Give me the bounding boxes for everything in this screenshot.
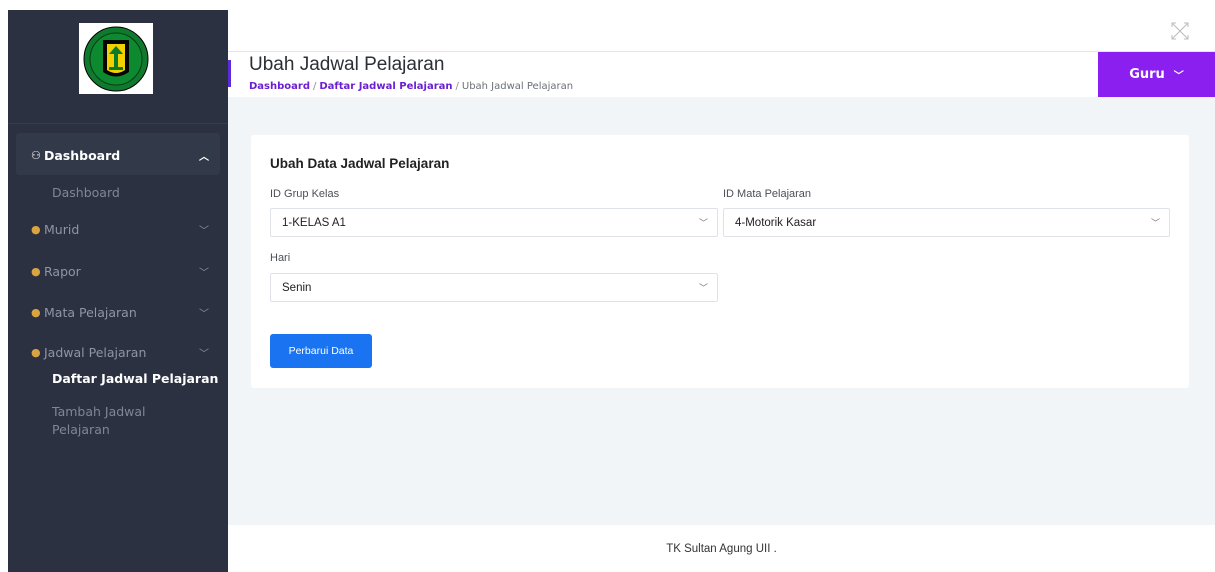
sidebar-item-mata-pelajaran[interactable]: ● Mata Pelajaran ﹀ [8, 298, 228, 326]
chevron-down-icon: ﹀ [698, 218, 708, 228]
sidebar-separator [8, 123, 228, 124]
chevron-down-icon: ﹀ [199, 267, 209, 279]
left-strip [0, 0, 8, 572]
user-icon: ● [31, 305, 41, 319]
sidebar-item-murid[interactable]: ● Murid ﹀ [8, 215, 228, 243]
grup-kelas-label: ID Grup Kelas [270, 188, 340, 200]
chevron-down-icon: ﹀ [199, 225, 209, 237]
perbarui-data-button[interactable]: Perbarui Data [270, 334, 372, 368]
breadcrumb-separator: / [455, 81, 459, 92]
breadcrumb-current: Ubah Jadwal Pelajaran [461, 81, 574, 92]
hari-select[interactable]: Senin ﹀ [270, 273, 718, 302]
breadcrumb-daftar-jadwal[interactable]: Daftar Jadwal Pelajaran [319, 81, 452, 92]
grup-kelas-select[interactable]: 1-KELAS A1 ﹀ [270, 208, 718, 237]
breadcrumb-dashboard[interactable]: Dashboard [249, 81, 310, 92]
footer: TK Sultan Agung UII . [228, 525, 1215, 572]
user-menu-label: Guru [1129, 67, 1165, 82]
sidebar-item-jadwal-pelajaran[interactable]: ● Jadwal Pelajaran ﹀ [8, 338, 228, 366]
form-card [251, 135, 1189, 388]
app-root: ⚇ Dashboard ︿ Dashboard ● Murid ﹀ ● Rapo… [0, 0, 1215, 572]
sidebar-item-rapor[interactable]: ● Rapor ﹀ [8, 257, 228, 285]
chevron-down-icon: ﹀ [698, 283, 708, 293]
footer-text: TK Sultan Agung UII . [666, 542, 777, 555]
form-title: Ubah Data Jadwal Pelajaran [270, 156, 450, 171]
user-icon: ● [31, 222, 41, 236]
breadcrumb-separator: / [313, 81, 317, 92]
hari-value: Senin [282, 281, 312, 294]
dashboard-icon: ⚇ [31, 148, 41, 162]
breadcrumb: Dashboard / Daftar Jadwal Pelajaran / Ubah J… [249, 81, 573, 92]
chevron-down-icon: ﹀ [199, 308, 209, 320]
header-accent-bar [228, 60, 231, 87]
sidebar-subitem-dashboard[interactable]: Dashboard [52, 185, 120, 200]
mapel-value: 4-Motorik Kasar [735, 216, 817, 229]
sidebar: ⚇ Dashboard ︿ Dashboard ● Murid ﹀ ● Rapo… [8, 10, 228, 572]
chevron-down-icon: ﹀ [199, 348, 209, 360]
chevron-down-icon: ﹀ [1173, 71, 1184, 82]
sidebar-subitem-tambah-jadwal[interactable]: Tambah Jadwal Pelajaran [52, 403, 182, 439]
page-title: Ubah Jadwal Pelajaran [249, 54, 445, 75]
school-logo[interactable] [79, 23, 153, 94]
grup-kelas-value: 1-KELAS A1 [282, 216, 346, 229]
user-menu-button[interactable]: Guru ﹀ [1098, 52, 1215, 97]
sidebar-item-dashboard[interactable]: ⚇ Dashboard ︿ [8, 141, 228, 169]
header-divider [228, 51, 1215, 52]
sidebar-subitem-daftar-jadwal[interactable]: Daftar Jadwal Pelajaran [52, 371, 218, 386]
mapel-label: ID Mata Pelajaran [723, 188, 812, 200]
user-icon: ● [31, 345, 41, 359]
mapel-select[interactable]: 4-Motorik Kasar ﹀ [723, 208, 1170, 237]
logo-emblem-icon [83, 26, 149, 91]
hari-label: Hari [270, 252, 291, 264]
chevron-down-icon: ﹀ [1150, 218, 1160, 228]
user-icon: ● [31, 264, 41, 278]
chevron-up-icon: ︿ [199, 151, 209, 163]
fullscreen-icon[interactable] [1171, 22, 1189, 40]
